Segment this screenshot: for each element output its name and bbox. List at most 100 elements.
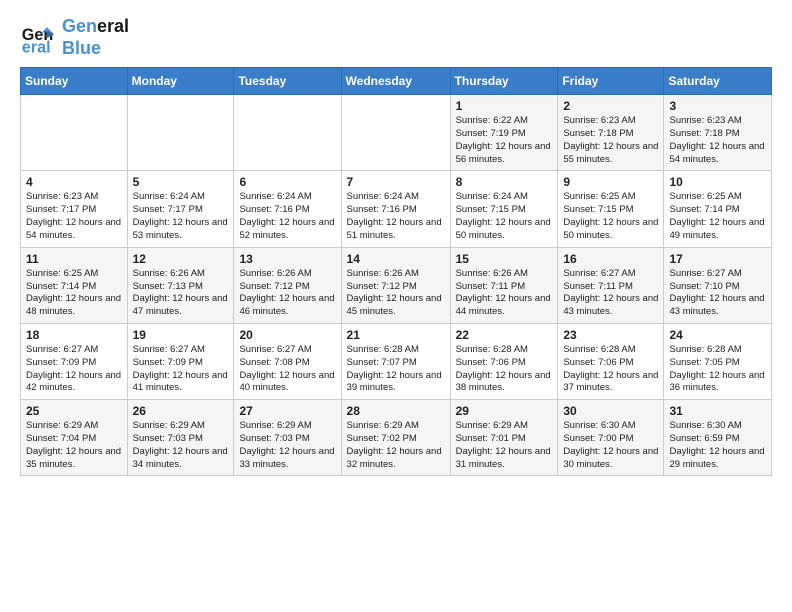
calendar-week-1: 1 Sunrise: 6:22 AM Sunset: 7:19 PM Daylig… [21, 95, 772, 171]
day-number: 24 [669, 328, 766, 342]
day-number: 11 [26, 252, 122, 266]
day-number: 6 [239, 175, 335, 189]
day-number: 3 [669, 99, 766, 113]
weekday-header-monday: Monday [127, 68, 234, 95]
day-info: Sunrise: 6:24 AM Sunset: 7:17 PM Dayligh… [133, 191, 229, 242]
calendar-cell: 26Sunrise: 6:29 AM Sunset: 7:03 PM Dayli… [127, 400, 234, 476]
calendar-cell: 16 Sunrise: 6:27 AM Sunset: 7:11 PM Dayli… [558, 247, 664, 323]
weekday-header-tuesday: Tuesday [234, 68, 341, 95]
day-number: 1 [456, 99, 553, 113]
calendar-cell: 7 Sunrise: 6:24 AM Sunset: 7:16 PM Daylig… [341, 171, 450, 247]
calendar-cell: 5Sunrise: 6:24 AM Sunset: 7:17 PM Daylig… [127, 171, 234, 247]
day-number: 13 [239, 252, 335, 266]
calendar-cell: 19 Sunrise: 6:27 AM Sunset: 7:09 PM Dayli… [127, 323, 234, 399]
day-number: 16 [563, 252, 658, 266]
calendar-week-5: 25 Sunrise: 6:29 AM Sunset: 7:04 PM Dayli… [21, 400, 772, 476]
day-number: 7 [347, 175, 445, 189]
calendar-cell: 21 Sunrise: 6:28 AM Sunset: 7:07 PM Dayli… [341, 323, 450, 399]
day-number: 23 [563, 328, 658, 342]
calendar-cell: 10Sunrise: 6:25 AM Sunset: 7:14 PM Dayli… [664, 171, 772, 247]
logo-icon: Gen eral [20, 20, 56, 56]
day-info: Sunrise: 6:24 AM Sunset: 7:15 PM Dayligh… [456, 191, 553, 242]
day-info: Sunrise: 6:23 AM Sunset: 7:18 PM Dayligh… [669, 115, 766, 166]
calendar-cell: 14 Sunrise: 6:26 AM Sunset: 7:12 PM Dayli… [341, 247, 450, 323]
day-info: Sunrise: 6:26 AM Sunset: 7:13 PM Dayligh… [133, 268, 229, 319]
calendar-cell [127, 95, 234, 171]
calendar-cell [234, 95, 341, 171]
day-info: Sunrise: 6:30 AM Sunset: 7:00 PM Dayligh… [563, 420, 658, 471]
logo: Gen eral General Blue [20, 16, 129, 59]
day-info: Sunrise: 6:27 AM Sunset: 7:11 PM Dayligh… [563, 268, 658, 319]
calendar-cell: 24 Sunrise: 6:28 AM Sunset: 7:05 PM Dayli… [664, 323, 772, 399]
calendar-cell: 29Sunrise: 6:29 AM Sunset: 7:01 PM Dayli… [450, 400, 558, 476]
day-info: Sunrise: 6:27 AM Sunset: 7:08 PM Dayligh… [239, 344, 335, 395]
day-number: 27 [239, 404, 335, 418]
calendar-cell: 28Sunrise: 6:29 AM Sunset: 7:02 PM Dayli… [341, 400, 450, 476]
weekday-header-sunday: Sunday [21, 68, 128, 95]
day-info: Sunrise: 6:23 AM Sunset: 7:18 PM Dayligh… [563, 115, 658, 166]
day-info: Sunrise: 6:27 AM Sunset: 7:10 PM Dayligh… [669, 268, 766, 319]
calendar-cell: 23 Sunrise: 6:28 AM Sunset: 7:06 PM Dayli… [558, 323, 664, 399]
calendar-cell: 13Sunrise: 6:26 AM Sunset: 7:12 PM Dayli… [234, 247, 341, 323]
svg-text:eral: eral [22, 38, 51, 56]
day-info: Sunrise: 6:25 AM Sunset: 7:14 PM Dayligh… [26, 268, 122, 319]
day-number: 20 [239, 328, 335, 342]
day-number: 4 [26, 175, 122, 189]
day-info: Sunrise: 6:22 AM Sunset: 7:19 PM Dayligh… [456, 115, 553, 166]
calendar-week-4: 18 Sunrise: 6:27 AM Sunset: 7:09 PM Dayli… [21, 323, 772, 399]
weekday-header-thursday: Thursday [450, 68, 558, 95]
day-number: 15 [456, 252, 553, 266]
calendar-cell: 12 Sunrise: 6:26 AM Sunset: 7:13 PM Dayli… [127, 247, 234, 323]
calendar-cell: 18 Sunrise: 6:27 AM Sunset: 7:09 PM Dayli… [21, 323, 128, 399]
day-info: Sunrise: 6:25 AM Sunset: 7:14 PM Dayligh… [669, 191, 766, 242]
day-info: Sunrise: 6:29 AM Sunset: 7:03 PM Dayligh… [239, 420, 335, 471]
day-number: 21 [347, 328, 445, 342]
weekday-header-wednesday: Wednesday [341, 68, 450, 95]
page-header: Gen eral General Blue [20, 16, 772, 59]
day-info: Sunrise: 6:30 AM Sunset: 6:59 PM Dayligh… [669, 420, 766, 471]
day-number: 31 [669, 404, 766, 418]
calendar-cell: 11 Sunrise: 6:25 AM Sunset: 7:14 PM Dayli… [21, 247, 128, 323]
day-number: 17 [669, 252, 766, 266]
day-info: Sunrise: 6:29 AM Sunset: 7:03 PM Dayligh… [133, 420, 229, 471]
calendar-week-3: 11 Sunrise: 6:25 AM Sunset: 7:14 PM Dayli… [21, 247, 772, 323]
calendar-cell: 8 Sunrise: 6:24 AM Sunset: 7:15 PM Daylig… [450, 171, 558, 247]
day-info: Sunrise: 6:29 AM Sunset: 7:04 PM Dayligh… [26, 420, 122, 471]
calendar-cell: 2 Sunrise: 6:23 AM Sunset: 7:18 PM Daylig… [558, 95, 664, 171]
day-info: Sunrise: 6:28 AM Sunset: 7:06 PM Dayligh… [456, 344, 553, 395]
calendar-cell: 17 Sunrise: 6:27 AM Sunset: 7:10 PM Dayli… [664, 247, 772, 323]
calendar-cell: 27 Sunrise: 6:29 AM Sunset: 7:03 PM Dayli… [234, 400, 341, 476]
calendar-cell: 30 Sunrise: 6:30 AM Sunset: 7:00 PM Dayli… [558, 400, 664, 476]
day-number: 25 [26, 404, 122, 418]
day-info: Sunrise: 6:26 AM Sunset: 7:12 PM Dayligh… [347, 268, 445, 319]
day-info: Sunrise: 6:26 AM Sunset: 7:11 PM Dayligh… [456, 268, 553, 319]
calendar-cell [21, 95, 128, 171]
day-number: 8 [456, 175, 553, 189]
day-info: Sunrise: 6:27 AM Sunset: 7:09 PM Dayligh… [26, 344, 122, 395]
day-number: 2 [563, 99, 658, 113]
day-info: Sunrise: 6:24 AM Sunset: 7:16 PM Dayligh… [347, 191, 445, 242]
day-info: Sunrise: 6:28 AM Sunset: 7:07 PM Dayligh… [347, 344, 445, 395]
day-info: Sunrise: 6:28 AM Sunset: 7:06 PM Dayligh… [563, 344, 658, 395]
day-number: 14 [347, 252, 445, 266]
day-number: 30 [563, 404, 658, 418]
calendar-week-2: 4Sunrise: 6:23 AM Sunset: 7:17 PM Daylig… [21, 171, 772, 247]
logo-text-line2: Blue [62, 38, 129, 60]
day-number: 22 [456, 328, 553, 342]
day-info: Sunrise: 6:29 AM Sunset: 7:01 PM Dayligh… [456, 420, 553, 471]
day-number: 12 [133, 252, 229, 266]
calendar-cell: 25 Sunrise: 6:29 AM Sunset: 7:04 PM Dayli… [21, 400, 128, 476]
calendar-cell: 20 Sunrise: 6:27 AM Sunset: 7:08 PM Dayli… [234, 323, 341, 399]
day-number: 18 [26, 328, 122, 342]
day-info: Sunrise: 6:27 AM Sunset: 7:09 PM Dayligh… [133, 344, 229, 395]
day-info: Sunrise: 6:29 AM Sunset: 7:02 PM Dayligh… [347, 420, 445, 471]
weekday-header-row: SundayMondayTuesdayWednesdayThursdayFrid… [21, 68, 772, 95]
day-info: Sunrise: 6:28 AM Sunset: 7:05 PM Dayligh… [669, 344, 766, 395]
calendar-cell: 9Sunrise: 6:25 AM Sunset: 7:15 PM Daylig… [558, 171, 664, 247]
weekday-header-friday: Friday [558, 68, 664, 95]
weekday-header-saturday: Saturday [664, 68, 772, 95]
day-number: 19 [133, 328, 229, 342]
calendar-cell: 4Sunrise: 6:23 AM Sunset: 7:17 PM Daylig… [21, 171, 128, 247]
calendar-cell: 31 Sunrise: 6:30 AM Sunset: 6:59 PM Dayli… [664, 400, 772, 476]
day-info: Sunrise: 6:25 AM Sunset: 7:15 PM Dayligh… [563, 191, 658, 242]
